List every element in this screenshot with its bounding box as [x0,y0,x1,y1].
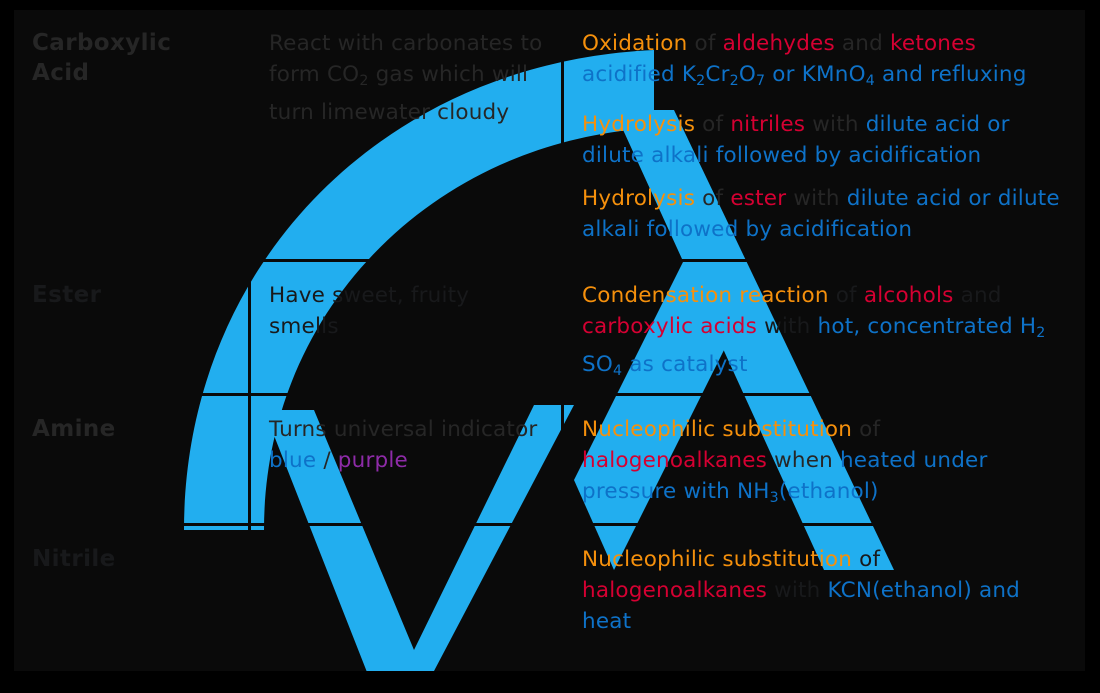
prep-token-5: with [757,314,818,339]
prep-token-3: when [767,448,840,473]
prep-token-1: of [695,111,731,137]
prep-token-3: with [805,111,866,137]
cell-test-0: React with carbonates to form CO2 gas wh… [251,10,564,262]
prep-token-12: or KMnO [765,62,866,87]
preparation-description: Nucleophilic substitution of halogenoalk… [582,544,1069,637]
test-description: Turns universal indicator blue / purple [269,414,545,476]
prep-token-1: of [687,31,723,56]
prep-token-7-subscript: 2 [1036,324,1046,341]
preparation-hydrolysis-ester: Hydrolysis of ester with dilute acid or … [582,183,1069,245]
prep-token-1: of [852,417,881,442]
preparation-description: Nucleophilic substitution of halogenoalk… [582,414,1069,514]
prep-token-6: acidified K [582,62,697,87]
prep-token-0: Condensation reaction [582,283,829,308]
prep-token-2: halogenoalkanes [582,578,768,603]
compound-name: Ester [32,282,102,308]
preparation-description: Oxidation of aldehydes and ketones acidi… [582,28,1069,245]
prep-token-3: with [786,185,847,211]
prep-token-0: Hydrolysis [582,111,696,137]
prep-token-11-subscript: 7 [756,72,766,89]
prep-token-1: of [695,185,731,211]
prep-token-2: ester [730,185,787,211]
prep-token-0: Nucleophilic substitution [582,547,853,572]
prep-token-1: of [852,547,881,572]
test-token-1-subscript: 2 [359,72,369,89]
prep-token-0: Oxidation [582,31,688,56]
prep-token-2: halogenoalkanes [582,448,768,473]
prep-token-10: as catalyst [622,351,748,377]
prep-token-3: with [767,578,828,603]
cell-compound-3: Nitrile [14,526,251,657]
prep-token-0: Nucleophilic substitution [582,417,853,442]
prep-token-0: Hydrolysis [582,185,696,211]
preparation-nucleophilic-substitution-ammonia: Nucleophilic substitution of halogenoalk… [582,414,1069,514]
cell-compound-2: Amine [14,396,251,526]
prep-token-2: nitriles [730,111,806,137]
prep-token-10: O [738,62,757,87]
test-token-1: blue [269,448,317,473]
prep-token-9-subscript: 4 [612,362,623,379]
test-token-0: Turns universal indicator [269,417,538,442]
prep-token-4: carboxylic acids [582,314,758,339]
preparation-nucleophilic-substitution-cyanide: Nucleophilic substitution of halogenoalk… [582,544,1069,637]
prep-token-2: alcohols [863,283,954,308]
test-text: Have sweet, fruity smells [269,280,545,342]
compound-name: Nitrile [32,546,116,572]
prep-token-5-subscript: 3 [769,489,779,506]
cell-test-3 [251,526,564,657]
prep-token-1: of [828,283,864,308]
cell-compound-1: Ester [14,262,251,396]
cell-compound-0: Carboxylic Acid [14,10,251,262]
prep-token-14: and refluxing [874,62,1027,87]
organic-compounds-table: Carboxylic Acid React with carbonates to … [14,10,1085,671]
preparation-description: Condensation reaction of alcohols and ca… [582,280,1069,387]
cell-preparation-1: Condensation reaction of alcohols and ca… [564,262,1085,396]
preparation-oxidation-aldehydes-ketones: Oxidation of aldehydes and ketones acidi… [582,28,1069,97]
test-token-2: / [316,448,338,473]
prep-token-9-subscript: 2 [729,72,739,89]
cell-preparation-3: Nucleophilic substitution of halogenoalk… [564,526,1085,657]
prep-token-6: (ethanol) [778,479,879,504]
prep-token-8: Cr [705,62,730,87]
prep-token-4: ketones [890,31,976,56]
prep-token-2: aldehydes [722,31,835,56]
test-text: React with carbonates to form CO2 gas wh… [269,28,545,128]
prep-token-6: hot, concentrated H [817,314,1037,339]
cell-preparation-2: Nucleophilic substitution of halogenoalk… [564,396,1085,526]
test-token-3: purple [337,448,408,473]
table-grid: Carboxylic Acid React with carbonates to … [14,10,1085,657]
cell-test-1: Have sweet, fruity smells [251,262,564,396]
test-description: Have sweet, fruity smells [269,280,545,342]
prep-token-3: and [953,283,1002,308]
compound-name: Amine [32,416,116,442]
test-description: React with carbonates to form CO2 gas wh… [269,28,545,128]
preparation-condensation-alcohol-carboxylic-acid: Condensation reaction of alcohols and ca… [582,280,1069,387]
preparation-hydrolysis-nitriles: Hydrolysis of nitriles with dilute acid … [582,109,1069,171]
prep-token-8: SO [582,351,613,377]
prep-token-3: and [834,31,891,56]
prep-token-13-subscript: 4 [865,72,875,89]
compound-name: Carboxylic Acid [32,30,172,86]
cell-test-2: Turns universal indicator blue / purple [251,396,564,526]
test-text: Turns universal indicator blue / purple [269,414,545,476]
prep-token-7-subscript: 2 [696,72,706,89]
test-token-0: Have sweet, fruity smells [269,283,470,339]
cell-preparation-0: Oxidation of aldehydes and ketones acidi… [564,10,1085,262]
